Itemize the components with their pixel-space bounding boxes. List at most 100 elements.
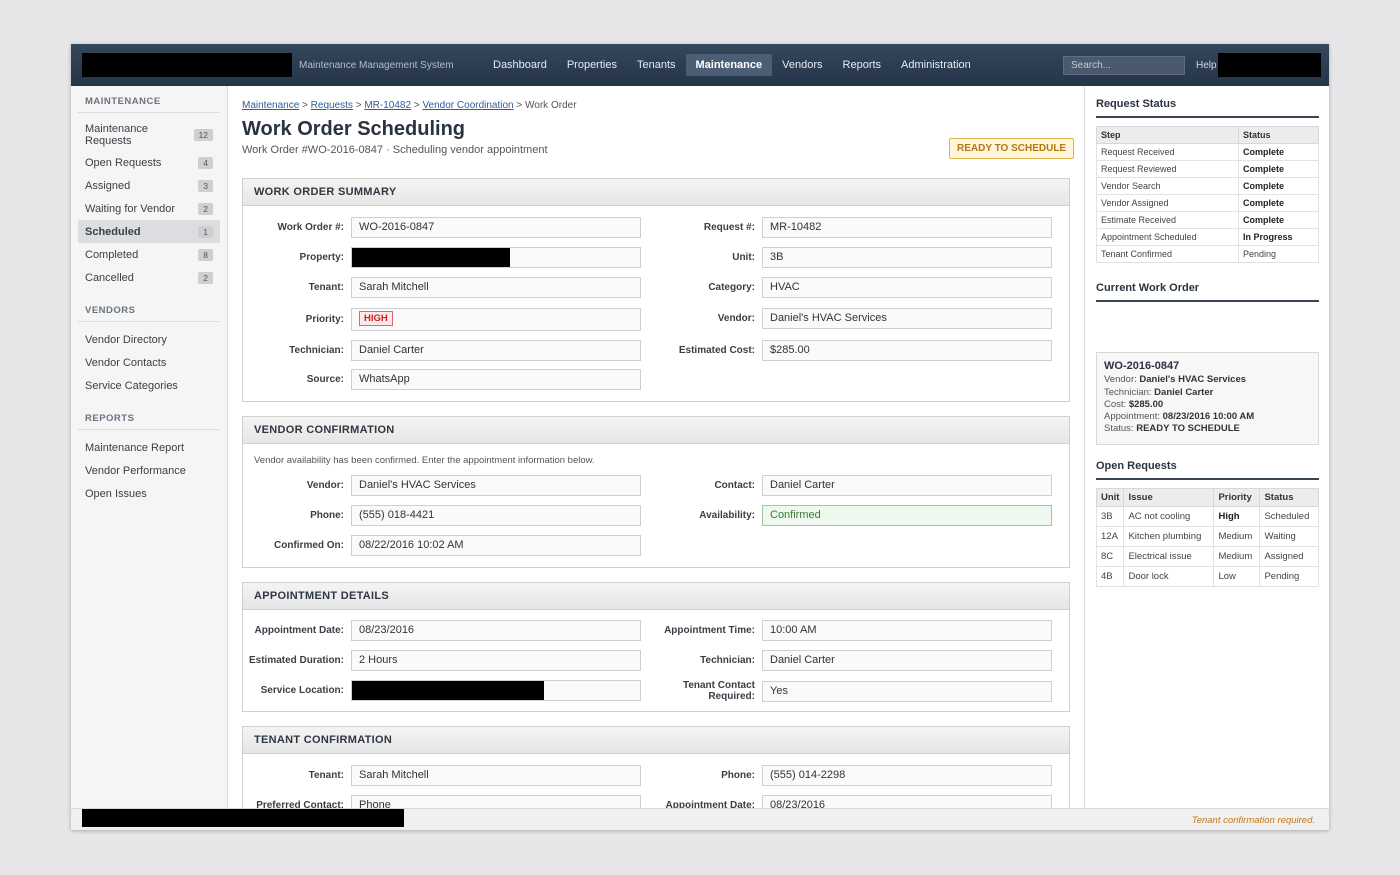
wo-label: Appointment: — [1104, 411, 1160, 423]
property-field[interactable] — [351, 247, 641, 268]
help-link[interactable]: Help — [1196, 60, 1217, 71]
contact-field[interactable]: Daniel Carter — [762, 475, 1052, 496]
table-row: Appointment Scheduled In Progress — [1096, 228, 1319, 246]
vendor-field[interactable]: Daniel's HVAC Services — [762, 308, 1052, 329]
search-input[interactable] — [1063, 56, 1185, 75]
estimated-duration-field[interactable]: 2 Hours — [351, 650, 641, 671]
sidebar-heading-reports: REPORTS — [78, 403, 220, 430]
nav-reports[interactable]: Reports — [833, 54, 892, 76]
priority-cell: Medium — [1213, 526, 1261, 547]
field-contact: Contact: Daniel Carter — [654, 475, 1052, 496]
sidebar-item-open-requests[interactable]: Open Requests 4 — [78, 151, 220, 174]
field-vendor: Vendor: Daniel's HVAC Services — [654, 308, 1052, 329]
sidebar-section-vendors: VENDORS Vendor Directory Vendor Contacts… — [78, 295, 220, 397]
issue-cell: Kitchen plumbing — [1123, 526, 1215, 547]
table-row[interactable]: 12A Kitchen plumbing Medium Waiting — [1095, 526, 1319, 547]
nav-administration[interactable]: Administration — [891, 54, 981, 76]
field-appointment-technician: Technician: Daniel Carter — [654, 650, 1052, 671]
technician-field[interactable]: Daniel Carter — [351, 340, 641, 361]
sidebar-item-vendor-directory[interactable]: Vendor Directory — [78, 328, 220, 351]
page-title: Work Order Scheduling — [242, 118, 465, 140]
tenant-confirmation-panel: TENANT CONFIRMATION Tenant: Sarah Mitche… — [242, 726, 1070, 808]
table-row: Tenant Confirmed Pending — [1096, 245, 1319, 263]
tenant-field[interactable]: Sarah Mitchell — [351, 277, 641, 298]
field-label: Priority: — [305, 314, 344, 325]
work-order-field[interactable]: WO-2016-0847 — [351, 217, 641, 238]
breadcrumb-separator: > — [516, 100, 523, 111]
unit-field[interactable]: 3B — [762, 247, 1052, 268]
sidebar-item-cancelled[interactable]: Cancelled 2 — [78, 266, 220, 289]
appointment-date-field[interactable]: 08/23/2016 — [351, 620, 641, 641]
breadcrumb-link-request-id[interactable]: MR-10482 — [364, 100, 411, 111]
vendor-phone-field[interactable]: (555) 018-4421 — [351, 505, 641, 526]
status-cell: Complete — [1238, 160, 1319, 178]
breadcrumb-link-vendor-coordination[interactable]: Vendor Coordination — [422, 100, 513, 111]
table-row[interactable]: 4B Door lock Low Pending — [1095, 566, 1319, 587]
status-badge: READY TO SCHEDULE — [949, 138, 1075, 159]
tenant-phone-field[interactable]: (555) 014-2298 — [762, 765, 1052, 786]
priority-field[interactable]: HIGH — [351, 308, 641, 331]
sidebar-item-label: Open Requests — [85, 156, 162, 169]
field-tenant: Tenant: Sarah Mitchell — [243, 277, 641, 298]
availability-field[interactable]: Confirmed — [762, 505, 1052, 526]
sidebar-section-reports: REPORTS Maintenance Report Vendor Perfor… — [78, 403, 220, 505]
sidebar-item-scheduled[interactable]: Scheduled 1 — [78, 220, 220, 243]
request-field[interactable]: MR-10482 — [762, 217, 1052, 238]
priority-badge: HIGH — [359, 311, 393, 326]
estimated-cost-field[interactable]: $285.00 — [762, 340, 1052, 361]
main-content: Maintenance > Requests > MR-10482 > Vend… — [229, 86, 1084, 808]
sidebar-item-label: Open Issues — [85, 487, 147, 500]
sidebar-item-vendor-contacts[interactable]: Vendor Contacts — [78, 351, 220, 374]
tenant-contact-required-field[interactable]: Yes — [762, 680, 1052, 702]
breadcrumb-link-requests[interactable]: Requests — [311, 100, 353, 111]
breadcrumb-link-maintenance[interactable]: Maintenance — [242, 100, 299, 111]
sidebar-item-label: Completed — [85, 248, 139, 261]
field-vendor-name: Vendor: Daniel's HVAC Services — [243, 475, 641, 496]
vendor-confirmation-panel: VENDOR CONFIRMATION Vendor availability … — [242, 416, 1070, 568]
table-row[interactable]: 3B AC not cooling High Scheduled — [1095, 506, 1319, 527]
sidebar-item-assigned[interactable]: Assigned 3 — [78, 174, 220, 197]
tenant-appointment-date-field[interactable]: 08/23/2016 — [762, 795, 1052, 808]
sidebar-item-open-issues[interactable]: Open Issues — [78, 482, 220, 505]
sidebar-item-completed[interactable]: Completed 8 — [78, 243, 220, 266]
table-row: Request Received Complete — [1096, 143, 1319, 161]
field-label: Appointment Date: — [254, 625, 344, 636]
field-label: Estimated Duration: — [248, 655, 344, 666]
source-field[interactable]: WhatsApp — [351, 369, 641, 390]
status-cell: Pending — [1259, 566, 1319, 587]
field-label: Vendor: — [717, 313, 755, 324]
table-row[interactable]: 8C Electrical issue Medium Assigned — [1095, 546, 1319, 567]
sidebar-item-vendor-performance[interactable]: Vendor Performance — [78, 459, 220, 482]
appointment-technician-field[interactable]: Daniel Carter — [762, 650, 1052, 671]
confirmed-on-field[interactable]: 08/22/2016 10:02 AM — [351, 535, 641, 556]
tenant-name-field[interactable]: Sarah Mitchell — [351, 765, 641, 786]
redacted-logo — [82, 53, 292, 77]
category-field[interactable]: HVAC — [762, 277, 1052, 298]
breadcrumb-separator: > — [302, 100, 308, 111]
nav-tenants[interactable]: Tenants — [627, 54, 686, 76]
wo-value: Daniel's HVAC Services — [1139, 374, 1247, 386]
step-cell: Vendor Search — [1096, 177, 1239, 195]
breadcrumb-separator: > — [413, 100, 420, 111]
status-cell: Assigned — [1259, 546, 1319, 567]
service-location-field[interactable] — [351, 680, 641, 701]
preferred-contact-field[interactable]: Phone — [351, 795, 641, 808]
column-header: Issue — [1123, 488, 1215, 507]
nav-dashboard[interactable]: Dashboard — [483, 54, 557, 76]
sidebar-item-waiting-for-vendor[interactable]: Waiting for Vendor 2 — [78, 197, 220, 220]
sidebar-item-label: Cancelled — [85, 271, 134, 284]
field-request: Request #: MR-10482 — [654, 217, 1052, 238]
nav-vendors[interactable]: Vendors — [772, 54, 832, 76]
nav-properties[interactable]: Properties — [557, 54, 627, 76]
vendor-name-field[interactable]: Daniel's HVAC Services — [351, 475, 641, 496]
sidebar-item-maintenance-report[interactable]: Maintenance Report — [78, 436, 220, 459]
sidebar-item-service-categories[interactable]: Service Categories — [78, 374, 220, 397]
field-label: Phone: — [310, 510, 344, 521]
redacted-service-location — [352, 681, 544, 700]
nav-maintenance[interactable]: Maintenance — [685, 54, 773, 76]
appointment-time-field[interactable]: 10:00 AM — [762, 620, 1052, 641]
breadcrumb-separator: > — [355, 100, 362, 111]
sidebar-item-label: Maintenance Requests — [85, 123, 148, 147]
sidebar-item-maintenance-requests[interactable]: Maintenance Requests 12 — [78, 119, 220, 151]
field-service-location: Service Location: — [243, 680, 641, 701]
